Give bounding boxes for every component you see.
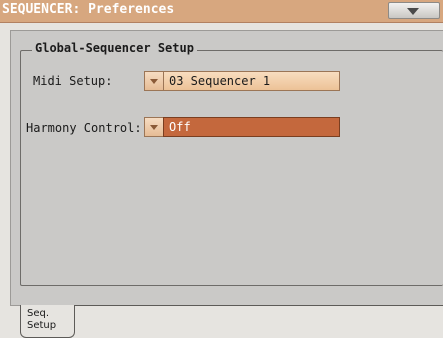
title-bar: SEQUENCER: Preferences (0, 0, 443, 23)
harmony-control-dropdown[interactable]: Off (163, 117, 340, 137)
tab-strip-line (75, 305, 443, 306)
harmony-control-label: Harmony Control: (26, 121, 142, 135)
page-title: SEQUENCER: Preferences (2, 2, 175, 17)
page-menu-button[interactable] (388, 2, 440, 19)
sequencer-preferences-screen: SEQUENCER: Preferences Global-Sequencer … (0, 0, 443, 338)
triangle-down-icon (407, 8, 419, 15)
chevron-down-icon (150, 79, 158, 84)
group-title: Global-Sequencer Setup (32, 41, 197, 55)
midi-setup-dropdown-arrow[interactable] (144, 71, 164, 91)
midi-setup-dropdown[interactable]: 03 Sequencer 1 (163, 71, 340, 91)
harmony-control-dropdown-arrow[interactable] (144, 117, 164, 137)
midi-setup-label: Midi Setup: (33, 74, 113, 88)
chevron-down-icon (150, 125, 158, 130)
tab-label-line2: Setup (27, 320, 57, 331)
tab-seq-setup[interactable]: Seq. Setup (20, 305, 75, 338)
tab-label-line1: Seq. (27, 308, 50, 319)
